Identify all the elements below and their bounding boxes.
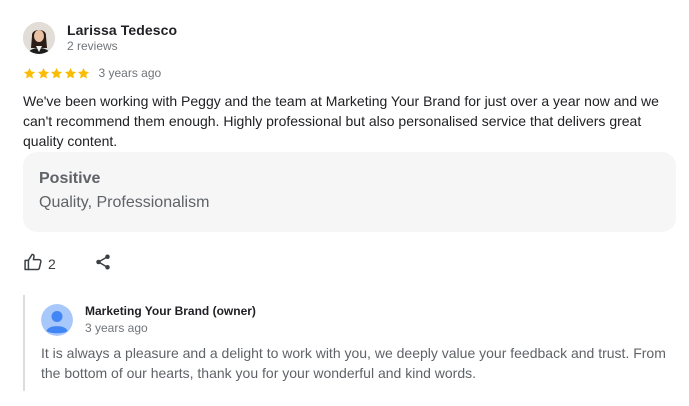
owner-name: Marketing Your Brand (owner) (85, 304, 256, 318)
rating-row: 3 years ago (23, 64, 161, 82)
like-button[interactable]: 2 (23, 252, 56, 277)
owner-avatar (41, 304, 73, 336)
owner-reply: Marketing Your Brand (owner) 3 years ago… (23, 295, 675, 391)
reviewer-review-count: 2 reviews (67, 39, 118, 53)
star-icon (77, 67, 90, 78)
star-icon (37, 67, 49, 78)
like-count: 2 (48, 256, 56, 272)
review-actions: 2 (23, 252, 112, 276)
review-date: 3 years ago (98, 66, 162, 80)
thumb-up-icon (23, 252, 43, 277)
review-text: We've been working with Peggy and the te… (23, 93, 659, 149)
share-button[interactable] (94, 253, 112, 276)
review-attributes-card: Positive Quality, Professionalism (23, 152, 676, 232)
reviewer-avatar[interactable] (23, 22, 55, 54)
review-card: Larissa Tedesco 2 reviews 3 years ago We… (0, 0, 689, 406)
star-icon (23, 67, 36, 78)
owner-reply-date: 3 years ago (85, 321, 148, 335)
attributes-title: Positive (39, 170, 101, 187)
share-icon (94, 253, 112, 276)
owner-reply-text: It is always a pleasure and a delight to… (41, 345, 666, 381)
star-rating (23, 67, 91, 80)
attributes-values: Quality, Professionalism (39, 194, 210, 211)
star-icon (64, 67, 76, 78)
star-icon (50, 67, 63, 78)
reviewer-name[interactable]: Larissa Tedesco (67, 22, 177, 38)
